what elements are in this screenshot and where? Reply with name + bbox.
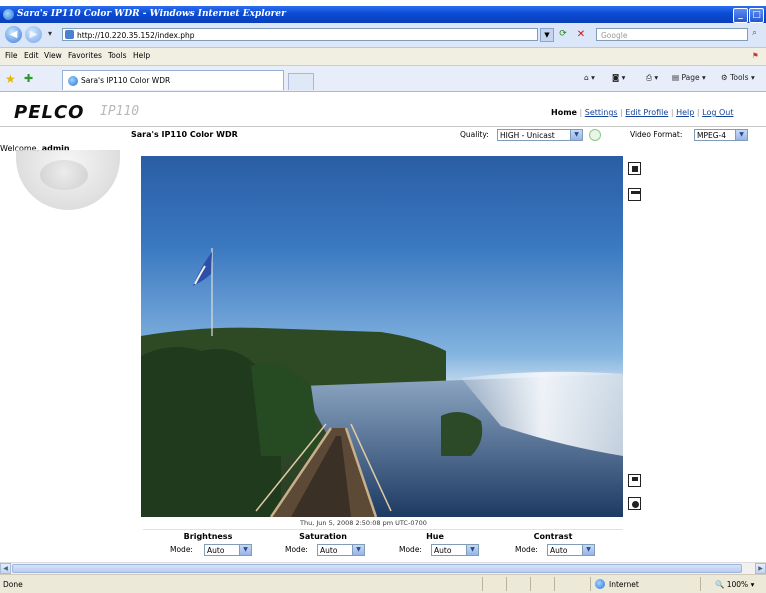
favorites-star-icon[interactable]: ★ (5, 72, 16, 86)
nav-home[interactable]: Home (551, 108, 577, 117)
home-icon[interactable]: ⌂ ▾ (584, 73, 595, 82)
minimize-button[interactable]: _ (733, 8, 748, 23)
control-title: Saturation (299, 532, 347, 541)
status-bar: Done Internet 🔍 100% ▾ (0, 574, 766, 593)
live-video-feed[interactable] (141, 156, 623, 517)
video-timestamp: Thu, Jun 5, 2008 2:50:08 pm UTC-0700 (300, 519, 427, 527)
zoom-level[interactable]: 🔍 100% ▾ (715, 580, 754, 589)
page-icon (65, 30, 74, 39)
chevron-down-icon: ▼ (570, 130, 582, 140)
menu-favorites[interactable]: Favorites (68, 51, 102, 60)
tab-active[interactable]: Sara's IP110 Color WDR (62, 70, 284, 90)
chevron-down-icon: ▼ (735, 130, 747, 140)
snapshot-camera-icon[interactable] (628, 497, 641, 510)
ie-logo-icon (3, 9, 14, 20)
nav-help[interactable]: Help (676, 108, 694, 117)
maximize-button[interactable]: □ (749, 8, 764, 23)
history-dropdown-icon[interactable]: ▾ (48, 29, 52, 38)
video-scene (141, 248, 623, 517)
header-divider (0, 126, 766, 127)
brightness-mode-select[interactable]: Auto ▼ (204, 544, 252, 556)
chevron-down-icon: ▼ (352, 545, 364, 555)
internet-zone-icon (595, 579, 605, 589)
search-icon[interactable]: ⌕ (752, 28, 764, 40)
new-tab-button[interactable] (288, 73, 314, 90)
menu-bar: File Edit View Favorites Tools Help ⚑ (0, 48, 766, 66)
control-title: Hue (426, 532, 444, 541)
menu-edit[interactable]: Edit (24, 51, 39, 60)
back-button[interactable]: ◀ (5, 26, 22, 43)
saturation-mode-select[interactable]: Auto ▼ (317, 544, 365, 556)
address-input[interactable]: http://10.220.35.152/index.php (62, 28, 538, 41)
refresh-icon[interactable]: ⟳ (556, 28, 570, 41)
status-text: Done (3, 580, 23, 589)
scroll-right-button[interactable]: ▶ (755, 563, 766, 574)
tab-bar: ★ ✚ Sara's IP110 Color WDR ⌂ ▾ ◙ ▾ ⎙ ▾ ▤… (0, 66, 766, 92)
mode-label: Mode: (515, 545, 538, 554)
stop-icon[interactable]: ✕ (574, 28, 588, 41)
chevron-down-icon: ▼ (239, 545, 251, 555)
model-name: IP110 (100, 104, 140, 119)
nav-log-out[interactable]: Log Out (702, 108, 733, 117)
quality-select[interactable]: HIGH - Unicast ▼ (497, 129, 583, 141)
tools-menu[interactable]: ⚙ Tools ▾ (721, 73, 755, 82)
feeds-icon[interactable]: ◙ ▾ (612, 73, 625, 82)
security-zone: Internet (609, 580, 639, 589)
print-icon[interactable]: ⎙ ▾ (646, 73, 658, 83)
control-title: Contrast (533, 532, 573, 541)
window-title-bar: Sara's IP110 Color WDR - Windows Interne… (0, 6, 766, 23)
video-format-label: Video Format: (630, 130, 683, 139)
horizontal-scrollbar[interactable]: ◀ ▶ (0, 562, 766, 574)
stats-icon[interactable] (628, 474, 641, 487)
contrast-mode-select[interactable]: Auto ▼ (547, 544, 595, 556)
mode-label: Mode: (285, 545, 308, 554)
image-controls: Brightness Mode: Auto ▼ Saturation Mode:… (143, 529, 623, 562)
info-icon[interactable] (589, 129, 601, 141)
scroll-left-button[interactable]: ◀ (0, 563, 11, 574)
camera-lens-graphic (40, 160, 88, 190)
scroll-thumb[interactable] (12, 564, 742, 573)
tab-title: Sara's IP110 Color WDR (81, 76, 171, 85)
chevron-down-icon: ▼ (466, 545, 478, 555)
mode-label: Mode: (170, 545, 193, 554)
brand-logo: PELCO (14, 102, 85, 123)
add-favorite-icon[interactable]: ✚ (24, 72, 33, 85)
popout-video-icon[interactable] (628, 162, 641, 175)
hue-mode-select[interactable]: Auto ▼ (431, 544, 479, 556)
window-title: Sara's IP110 Color WDR - Windows Interne… (17, 9, 286, 19)
camera-name: Sara's IP110 Color WDR (131, 130, 238, 139)
nav-edit-profile[interactable]: Edit Profile (625, 108, 668, 117)
windows-flag-icon: ⚑ (752, 51, 759, 60)
top-navigation: Home | Settings | Edit Profile | Help | … (551, 108, 734, 117)
menu-file[interactable]: File (5, 51, 18, 60)
forward-button[interactable]: ▶ (25, 26, 42, 43)
chevron-down-icon: ▼ (582, 545, 594, 555)
address-dropdown-button[interactable]: ▼ (540, 28, 554, 42)
page-content: PELCO IP110 Home | Settings | Edit Profi… (0, 92, 766, 562)
page-menu[interactable]: ▤ Page ▾ (672, 73, 706, 82)
control-title: Brightness (183, 532, 233, 541)
video-format-select[interactable]: MPEG-4 ▼ (694, 129, 748, 141)
mode-label: Mode: (399, 545, 422, 554)
window-video-icon[interactable] (628, 188, 641, 201)
menu-tools[interactable]: Tools (108, 51, 126, 60)
tab-page-icon (68, 76, 78, 86)
address-toolbar: ◀ ▶ ▾ http://10.220.35.152/index.php ▼ ⟳… (0, 23, 766, 48)
menu-help[interactable]: Help (133, 51, 150, 60)
nav-settings[interactable]: Settings (585, 108, 618, 117)
menu-view[interactable]: View (44, 51, 62, 60)
search-input[interactable]: Google (596, 28, 748, 41)
quality-label: Quality: (460, 130, 489, 139)
